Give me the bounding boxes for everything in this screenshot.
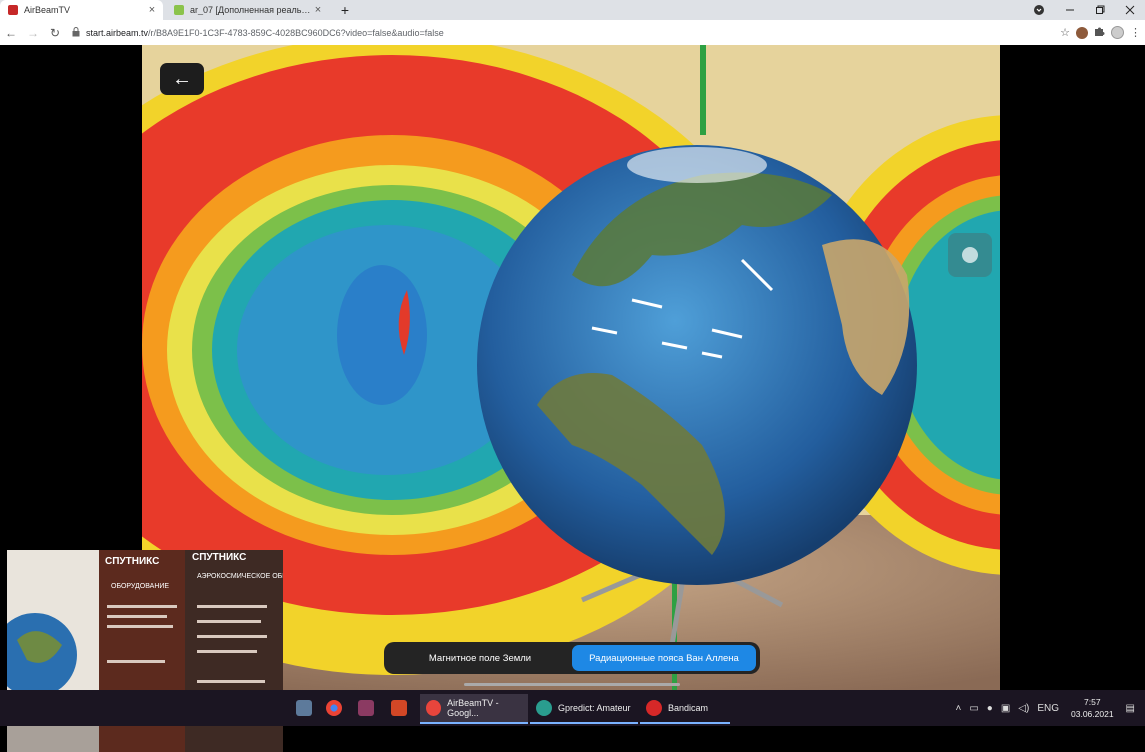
pip-heading-right: АЭРОКОСМИЧЕСКОЕ ОБРАЗОВАНИЕ xyxy=(197,573,283,580)
segment-magnetic-field[interactable]: Магнитное поле Земли xyxy=(388,645,572,671)
address-bar[interactable]: start.airbeam.tv/r/B8A9E1F0-1C3F-4783-85… xyxy=(72,27,444,39)
running-indicator xyxy=(420,722,528,724)
side-handle[interactable] xyxy=(948,233,992,277)
tab-title: AirBeamTV xyxy=(24,5,145,15)
close-window-icon[interactable] xyxy=(1115,0,1145,20)
chrome-icon xyxy=(426,700,441,716)
taskbar-app-icon[interactable] xyxy=(290,694,318,722)
bandicam-icon xyxy=(646,700,662,716)
pip-brand-left: СПУТНИКС xyxy=(105,556,159,567)
restore-icon[interactable] xyxy=(1085,0,1115,20)
close-tab-icon[interactable]: × xyxy=(311,4,325,16)
airbeam-favicon-icon xyxy=(8,5,18,15)
lock-icon xyxy=(72,27,80,39)
extensions-puzzle-icon[interactable] xyxy=(1094,26,1105,40)
powerpoint-icon xyxy=(391,700,407,716)
chrome-icon xyxy=(326,700,342,716)
tab-airbeamtv[interactable]: AirBeamTV × xyxy=(0,0,163,20)
taskbar-item-gpredict[interactable]: Gpredict: Amateur xyxy=(530,694,638,722)
minimize-icon[interactable] xyxy=(1055,0,1085,20)
back-arrow-icon[interactable]: ← xyxy=(0,26,22,40)
clock-time: 7:57 xyxy=(1071,696,1114,708)
profile-avatar-icon[interactable] xyxy=(1076,27,1088,39)
taskbar-chrome[interactable] xyxy=(320,694,348,722)
url-path: /r/B8A9E1F0-1C3F-4783-859C-4028BC960DC6?… xyxy=(148,28,444,38)
new-tab-button[interactable]: + xyxy=(330,0,360,20)
notifications-icon[interactable]: ▤ xyxy=(1126,703,1135,714)
tab-ar-07[interactable]: ar_07 [Дополненная реальность] × xyxy=(166,0,329,20)
battery-icon[interactable]: ▭ xyxy=(969,703,978,714)
pip-brand-right: СПУТНИКС xyxy=(192,552,246,563)
calculator-icon xyxy=(296,700,312,716)
toolbar-icons: ☆ ⋮ xyxy=(1060,20,1141,45)
tab-search-icon[interactable] xyxy=(1024,0,1054,20)
winrar-icon xyxy=(358,700,374,716)
network-icon[interactable]: ▣ xyxy=(1001,703,1010,714)
segment-van-allen-belts[interactable]: Радиационные пояса Ван Аллена xyxy=(572,645,756,671)
taskbar-item-label: AirBeamTV - Googl... xyxy=(447,698,528,718)
clock-date: 03.06.2021 xyxy=(1071,708,1114,720)
reload-icon[interactable]: ↻ xyxy=(44,26,66,40)
language-indicator[interactable]: ENG xyxy=(1037,703,1059,714)
chevron-up-icon[interactable]: ˄ xyxy=(956,703,962,714)
user-account-icon[interactable] xyxy=(1111,26,1124,39)
taskbar-item-label: Bandicam xyxy=(668,703,708,713)
mode-segmented-control: Магнитное поле Земли Радиационные пояса … xyxy=(384,642,760,674)
volume-icon[interactable]: ◁) xyxy=(1018,703,1029,714)
taskbar-item-label: Gpredict: Amateur xyxy=(558,703,631,713)
clock[interactable]: 7:57 03.06.2021 xyxy=(1071,696,1114,720)
bookmark-star-icon[interactable]: ☆ xyxy=(1060,26,1070,39)
browser-toolbar: ← → ↻ start.airbeam.tv/r/B8A9E1F0-1C3F-4… xyxy=(0,20,1145,45)
ar-favicon-icon xyxy=(174,5,184,15)
menu-kebab-icon[interactable]: ⋮ xyxy=(1130,26,1141,39)
tab-title: ar_07 [Дополненная реальность] xyxy=(190,5,311,15)
taskbar-item-bandicam[interactable]: Bandicam xyxy=(640,694,730,722)
browser-tab-strip: AirBeamTV × ar_07 [Дополненная реальност… xyxy=(0,0,1145,20)
running-indicator xyxy=(530,722,638,724)
microphone-icon[interactable]: ● xyxy=(987,703,993,714)
handle-dot-icon xyxy=(962,247,978,263)
taskbar-winrar[interactable] xyxy=(352,694,380,722)
running-indicator xyxy=(640,722,730,724)
system-tray: ˄ ▭ ● ▣ ◁) ENG 7:57 03.06.2021 ▤ xyxy=(952,690,1145,726)
url-host: start.airbeam.tv xyxy=(86,28,148,38)
taskbar-item-airbeam[interactable]: AirBeamTV - Googl... xyxy=(420,694,528,722)
close-tab-icon[interactable]: × xyxy=(145,4,159,16)
mirrored-screen: ← СПУТНИКС СПУТНИКС ОБОРУДОВАНИЕ АЭРОКОС… xyxy=(0,45,1145,690)
forward-arrow-icon[interactable]: → xyxy=(22,26,44,40)
taskbar: AirBeamTV - Googl... Gpredict: Amateur B… xyxy=(0,690,1145,726)
taskbar-powerpoint[interactable] xyxy=(385,694,413,722)
pip-heading-left: ОБОРУДОВАНИЕ xyxy=(111,583,169,590)
home-indicator xyxy=(464,683,680,686)
back-button[interactable]: ← xyxy=(160,63,204,95)
gpredict-icon xyxy=(536,700,552,716)
